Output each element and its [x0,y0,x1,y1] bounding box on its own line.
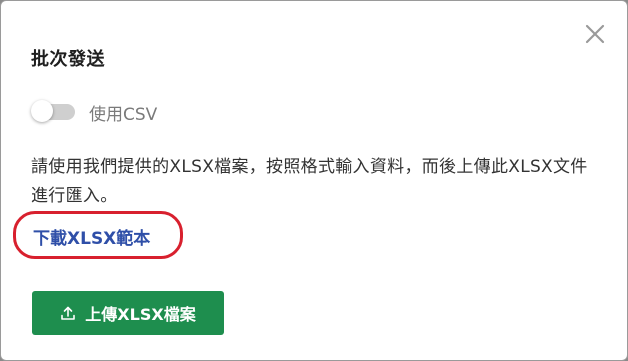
upload-button-label: 上傳XLSX檔案 [85,305,196,324]
dialog-title: 批次發送 [31,49,105,70]
use-csv-label: 使用CSV [89,104,158,125]
close-button[interactable] [581,20,609,48]
use-csv-toggle[interactable] [31,99,79,125]
toggle-knob [31,100,53,122]
csv-toggle-row: 使用CSV [31,99,157,125]
upload-xlsx-button[interactable]: 上傳XLSX檔案 [32,291,224,335]
download-template-link[interactable]: 下載XLSX範本 [33,224,150,249]
upload-icon [60,305,76,321]
instructions-text: 請使用我們提供的XLSX檔案，按照格式輸入資料，而後上傳此XLSX文件進行匯入。 [31,157,588,206]
batch-send-dialog: 批次發送 使用CSV 請使用我們提供的XLSX檔案，按照格式輸入資料，而後上傳此… [0,0,628,361]
close-icon [581,20,609,48]
